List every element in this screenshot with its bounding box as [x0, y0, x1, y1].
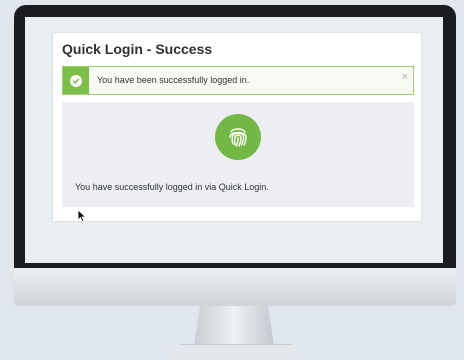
mouse-cursor-icon [77, 209, 87, 223]
quick-login-panel: Quick Login - Success You have been succ… [53, 33, 421, 221]
check-circle-icon [70, 74, 82, 87]
alert-message: You have been successfully logged in. [97, 75, 250, 85]
monitor-chin [14, 268, 456, 306]
content-box: You have successfully logged in via Quic… [62, 102, 414, 207]
success-alert: You have been successfully logged in. × [62, 66, 414, 95]
monitor-base [166, 344, 306, 360]
fingerprint-icon [215, 114, 261, 160]
alert-icon-box [63, 67, 89, 94]
monitor-stand [194, 306, 274, 346]
close-icon[interactable]: × [402, 70, 408, 84]
success-message: You have successfully logged in via Quic… [75, 182, 269, 192]
page-title: Quick Login - Success [62, 41, 213, 57]
